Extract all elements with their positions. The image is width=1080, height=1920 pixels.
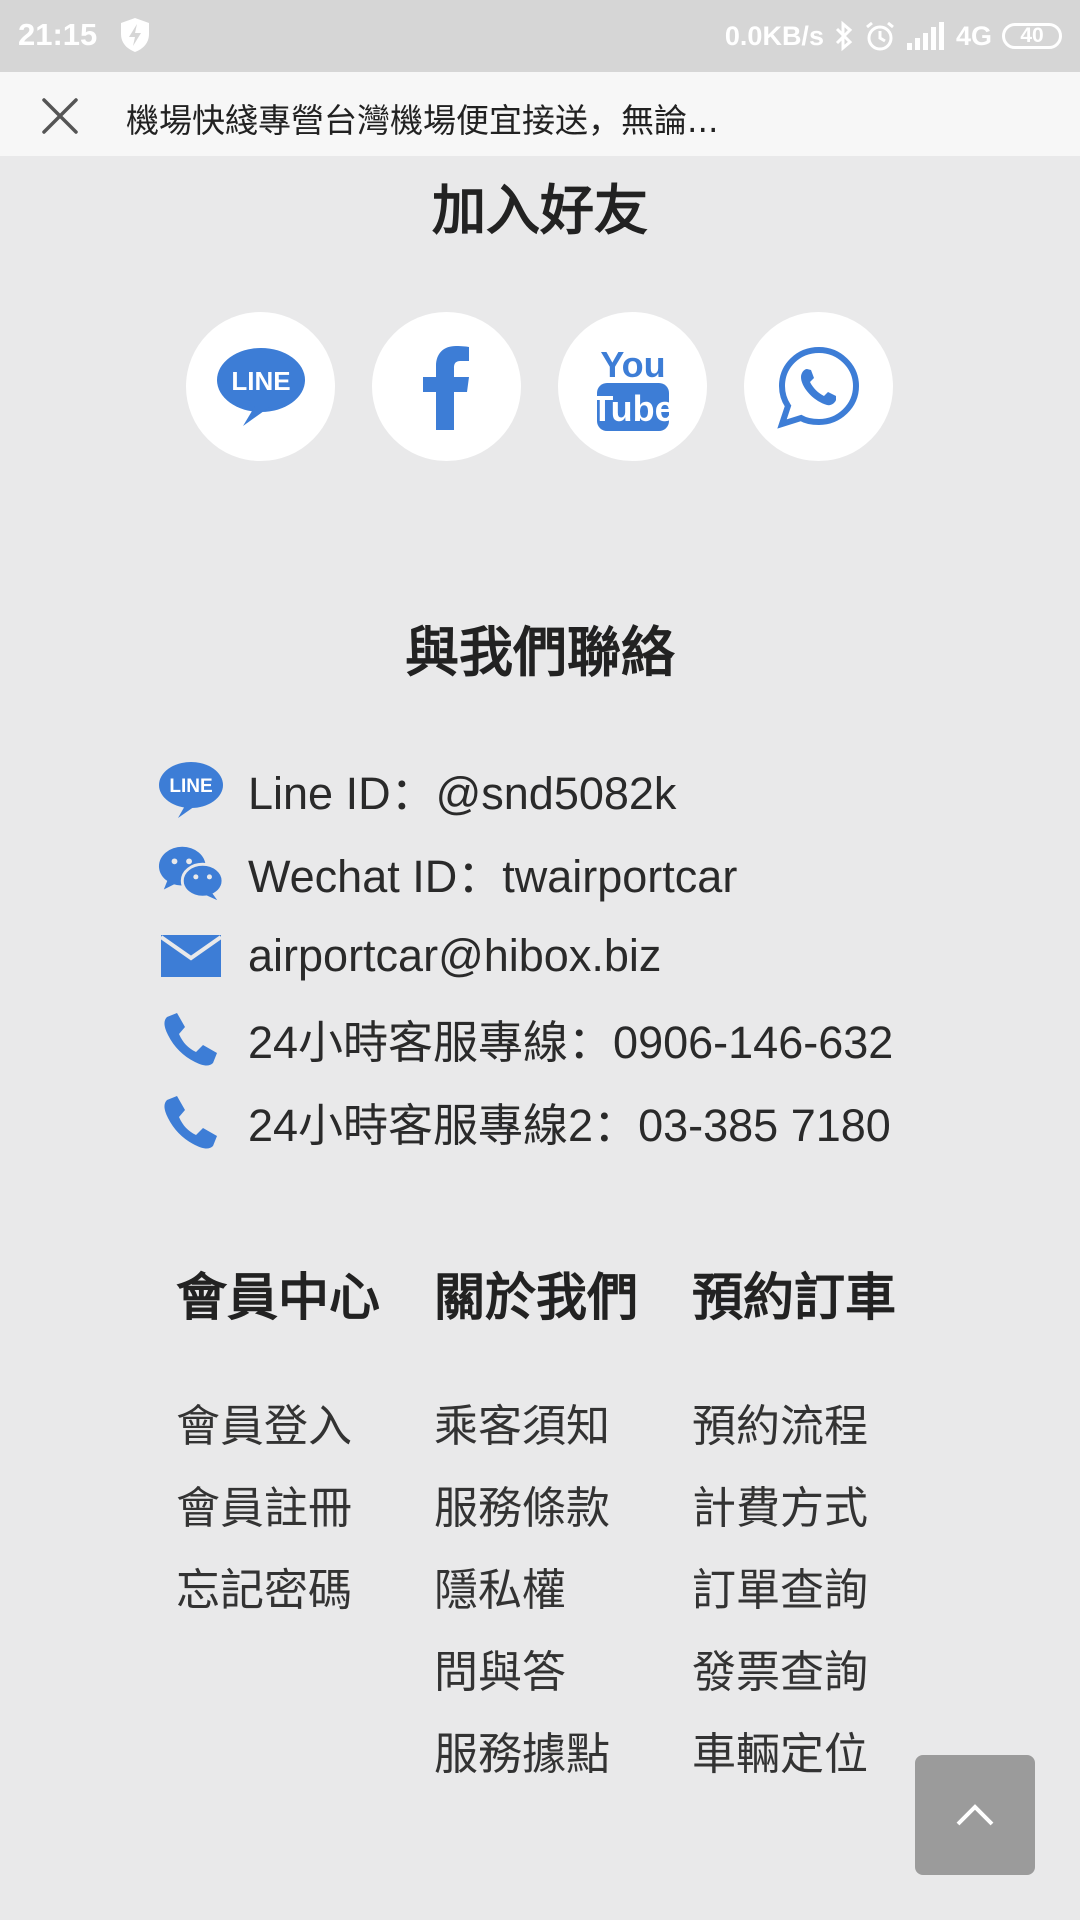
facebook-icon (422, 345, 469, 430)
contact-item[interactable]: Wechat ID：twairportcar (158, 831, 893, 914)
footer-link[interactable]: 忘記密碼 (176, 1550, 434, 1632)
social-links: LINE You Tube (186, 312, 893, 461)
shield-icon (121, 18, 149, 52)
youtube-logo-bottom: Tube (595, 388, 671, 429)
footer-link[interactable]: 預約流程 (692, 1386, 950, 1468)
footer-link[interactable]: 訂單查詢 (692, 1550, 950, 1632)
footer-link[interactable]: 問與答 (434, 1632, 692, 1714)
net-speed: 0.0KB/s (724, 20, 824, 51)
contact-item[interactable]: LINE Line ID：@snd5082k (158, 748, 893, 831)
network-type: 4G (955, 20, 992, 51)
line-icon: LINE (158, 757, 224, 823)
footer-column-member: 會員中心 會員登入 會員註冊 忘記密碼 (176, 1256, 434, 1796)
contact-phone-1: 24小時客服專線：0906-146-632 (248, 1017, 894, 1068)
footer-link[interactable]: 車輛定位 (692, 1714, 950, 1796)
contact-heading: 與我們聯絡 (405, 621, 675, 684)
youtube-logo-top: You (600, 344, 665, 385)
bluetooth-icon (835, 20, 853, 52)
footer-column-about: 關於我們 乘客須知 服務條款 隱私權 問與答 服務據點 (434, 1256, 692, 1796)
footer-link[interactable]: 服務據點 (434, 1714, 692, 1796)
footer-link[interactable]: 會員註冊 (176, 1468, 434, 1550)
close-icon[interactable] (38, 94, 82, 138)
battery-icon: 40 (1002, 23, 1062, 49)
footer-column-title: 會員中心 (176, 1269, 381, 1328)
footer-nav: 會員中心 會員登入 會員註冊 忘記密碼 關於我們 乘客須知 服務條款 隱私權 問… (176, 1256, 950, 1796)
contact-item[interactable]: 24小時客服專線：0906-146-632 (158, 997, 893, 1080)
footer-link[interactable]: 服務條款 (434, 1468, 692, 1550)
footer-link[interactable]: 計費方式 (692, 1468, 950, 1550)
footer-link[interactable]: 發票查詢 (692, 1632, 950, 1714)
line-logo-text: LINE (231, 366, 290, 396)
contact-item[interactable]: airportcar@hibox.biz (158, 914, 893, 997)
footer-column-title: 預約訂車 (692, 1269, 897, 1328)
contact-list: LINE Line ID：@snd5082k Wechat ID：twairpo… (158, 748, 893, 1163)
facebook-button[interactable] (372, 312, 521, 461)
wechat-icon (158, 840, 224, 906)
alarm-icon (866, 21, 894, 51)
signal-icon (906, 22, 944, 50)
contact-email: airportcar@hibox.biz (248, 929, 662, 981)
scroll-to-top-button[interactable] (915, 1755, 1035, 1875)
phone-icon (158, 1006, 224, 1072)
phone-icon (158, 1089, 224, 1155)
status-time: 21:15 (18, 17, 98, 52)
battery-level: 40 (1020, 24, 1044, 47)
footer-column-booking: 預約訂車 預約流程 計費方式 訂單查詢 發票查詢 車輛定位 (692, 1256, 950, 1796)
footer-link[interactable]: 隱私權 (434, 1550, 692, 1632)
title-bar: 機場快綫專營台灣機場便宜接送，無論... (0, 72, 1080, 156)
line-icon: LINE (216, 347, 305, 426)
footer-column-title: 關於我們 (434, 1269, 639, 1328)
whatsapp-button[interactable] (744, 312, 893, 461)
contact-wechat-id: Wechat ID：twairportcar (248, 851, 738, 902)
chevron-up-icon (956, 1804, 994, 1826)
line-button[interactable]: LINE (186, 312, 335, 461)
contact-line-id: Line ID：@snd5082k (248, 768, 677, 819)
contact-phone-2: 24小時客服專線2：03-385 7180 (248, 1100, 891, 1151)
footer-link[interactable]: 乘客須知 (434, 1386, 692, 1468)
join-heading: 加入好友 (432, 179, 648, 242)
youtube-icon: You Tube (595, 344, 671, 431)
whatsapp-icon (776, 346, 859, 429)
page-title: 機場快綫專營台灣機場便宜接送，無論... (126, 101, 719, 140)
youtube-button[interactable]: You Tube (558, 312, 707, 461)
footer-link[interactable]: 會員登入 (176, 1386, 434, 1468)
contact-item[interactable]: 24小時客服專線2：03-385 7180 (158, 1080, 893, 1163)
mail-icon (158, 923, 224, 989)
line-icon-text: LINE (169, 776, 212, 797)
status-bar: 21:15 0.0KB/s 4G 40 (0, 0, 1080, 72)
